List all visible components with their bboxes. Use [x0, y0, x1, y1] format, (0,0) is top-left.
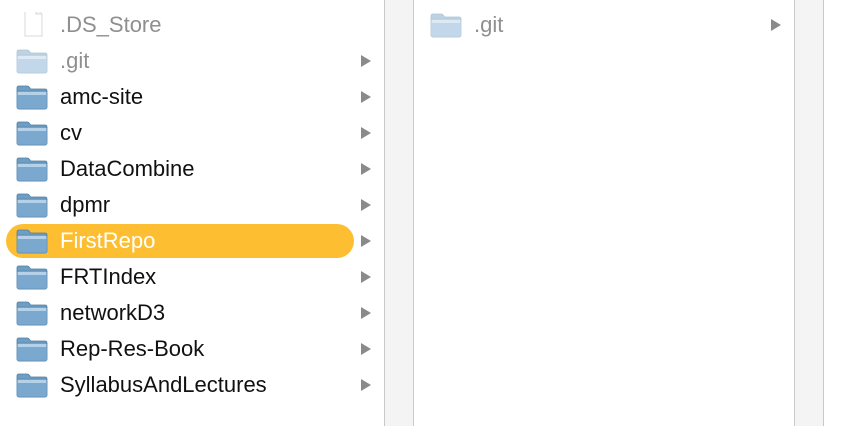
- folder-icon: [430, 12, 462, 38]
- folder-icon: [16, 84, 48, 110]
- folder-row[interactable]: .git: [6, 44, 370, 78]
- item-label: cv: [60, 120, 82, 145]
- folder-row[interactable]: FRTIndex: [6, 260, 370, 294]
- folder-icon: [16, 156, 48, 182]
- item-label: SyllabusAndLectures: [60, 372, 267, 397]
- folder-icon: [16, 336, 48, 362]
- disclosure-arrow-icon: [360, 198, 372, 212]
- item-label: FirstRepo: [60, 228, 156, 253]
- folder-icon: [16, 264, 48, 290]
- disclosure-arrow-icon: [360, 162, 372, 176]
- column-2[interactable]: .git: [414, 0, 794, 426]
- disclosure-arrow-icon: [360, 126, 372, 140]
- disclosure-arrow-icon: [770, 18, 782, 32]
- disclosure-arrow-icon: [360, 342, 372, 356]
- disclosure-arrow-icon: [360, 234, 372, 248]
- folder-icon: [16, 120, 48, 146]
- finder-column-view: .DS_Store .git amc-site cv DataCombine dpmr Fi…: [0, 0, 858, 426]
- item-label: amc-site: [60, 84, 144, 109]
- folder-row[interactable]: amc-site: [6, 80, 370, 114]
- column-1[interactable]: .DS_Store .git amc-site cv DataCombine dpmr Fi…: [0, 0, 384, 426]
- file-row[interactable]: .DS_Store: [6, 7, 370, 42]
- document-icon: [16, 7, 48, 38]
- folder-row[interactable]: networkD3: [6, 296, 370, 330]
- item-label: FRTIndex: [60, 264, 157, 289]
- folder-icon: [16, 192, 48, 218]
- folder-row[interactable]: SyllabusAndLectures: [6, 368, 370, 402]
- folder-icon: [16, 372, 48, 398]
- column-divider[interactable]: [384, 0, 414, 426]
- item-label: networkD3: [60, 300, 166, 325]
- folder-row[interactable]: DataCombine: [6, 152, 370, 186]
- folder-row[interactable]: dpmr: [6, 188, 370, 222]
- column-divider[interactable]: [794, 0, 824, 426]
- item-label: DataCombine: [60, 156, 195, 181]
- folder-row[interactable]: FirstRepo: [6, 224, 354, 258]
- disclosure-arrow-icon: [360, 378, 372, 392]
- folder-icon: [16, 300, 48, 326]
- item-label: .git: [474, 12, 504, 37]
- disclosure-arrow-icon: [360, 306, 372, 320]
- item-label: Rep-Res-Book: [60, 336, 205, 361]
- item-label: dpmr: [60, 192, 111, 217]
- disclosure-arrow-icon: [360, 90, 372, 104]
- folder-row[interactable]: cv: [6, 116, 370, 150]
- disclosure-arrow-icon: [360, 54, 372, 68]
- disclosure-arrow-icon: [360, 270, 372, 284]
- folder-icon: [16, 48, 48, 74]
- folder-row[interactable]: Rep-Res-Book: [6, 332, 370, 366]
- folder-icon: [16, 228, 48, 254]
- folder-row[interactable]: .git: [420, 8, 780, 42]
- item-label: .DS_Store: [60, 12, 162, 37]
- item-label: .git: [60, 48, 90, 73]
- column-3[interactable]: [824, 0, 858, 426]
